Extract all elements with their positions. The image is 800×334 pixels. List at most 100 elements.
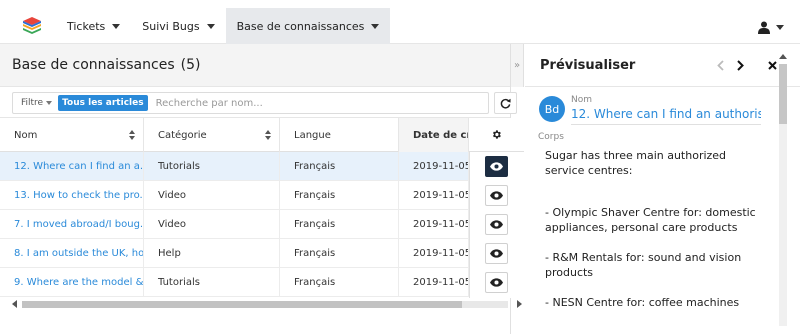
scrollbar-thumb[interactable] [779,64,787,124]
sort-icon [265,130,271,140]
cell-nom[interactable]: 8. I am outside the UK, ho... [0,239,144,268]
caret-down-icon [112,23,121,29]
scrollbar-track [22,301,508,308]
column-header-langue[interactable]: Langue [280,118,399,152]
nav-suivi-bugs[interactable]: Suivi Bugs [131,8,225,44]
caret-down-icon [776,24,784,30]
articles-table: Nom Catégorie Langue Date de créa 12. Wh… [0,118,524,298]
nav-base-connaissances-label: Base de connaissances [236,19,365,33]
nom-label: Nom [571,95,593,105]
cell-categorie: Help [144,239,280,268]
eye-icon [490,220,503,229]
preview-panel: Prévisualiser Bd Nom 12. Where can I fin… [525,44,800,334]
preview-header: Prévisualiser [525,44,800,87]
nav-tickets[interactable]: Tickets [56,8,131,44]
cell-categorie: Tutorials [144,268,280,297]
search-bar: Filtre Tous les articles [12,92,489,114]
cell-langue: Français [280,210,399,239]
table-header: Nom Catégorie Langue Date de créa [0,118,524,152]
nav-base-connaissances[interactable]: Base de connaissances [225,8,391,44]
preview-button[interactable] [485,214,508,235]
nom-value[interactable]: 12. Where can I find an authorised ... [571,107,761,121]
collapse-panel-button[interactable]: » [511,44,524,87]
corps-label: Corps [538,132,564,142]
cell-categorie: Video [144,181,280,210]
cell-langue: Français [280,181,399,210]
horizontal-scrollbar[interactable] [12,298,522,310]
nav-suivi-bugs-label: Suivi Bugs [142,19,200,33]
list-toolbar: Filtre Tous les articles [0,87,510,118]
caret-down-icon [46,101,53,105]
chevron-right-icon[interactable] [737,60,744,71]
eye-icon [490,278,503,287]
caret-down-icon [206,23,215,29]
cell-langue: Français [280,152,399,181]
column-header-nom[interactable]: Nom [0,118,144,152]
preview-button[interactable] [485,272,508,293]
scrollbar-thumb[interactable] [22,301,462,308]
preview-button[interactable] [485,243,508,264]
eye-icon [490,249,503,258]
search-input[interactable] [147,97,488,109]
table-row[interactable]: 13. How to check the pro... Video França… [0,181,524,210]
scroll-up-icon[interactable] [779,54,787,59]
cell-categorie: Tutorials [144,152,280,181]
vertical-scrollbar[interactable] [777,46,789,328]
preview-button[interactable] [485,185,508,206]
eye-icon [490,191,503,200]
cell-langue: Français [280,239,399,268]
corps-paragraph: - R&M Rentals for: sound and vision prod… [545,251,742,279]
user-icon [758,21,770,34]
filter-label: Filtre [21,98,44,108]
corps-paragraph: - Olympic Shaver Centre for: domestic ap… [545,206,756,234]
refresh-button[interactable] [494,92,517,114]
table-row[interactable]: 9. Where are the model &... Tutorials Fr… [0,268,524,297]
cell-nom[interactable]: 13. How to check the pro... [0,181,144,210]
column-header-label: Catégorie [158,129,207,141]
list-count: (5) [180,57,201,73]
list-title: Base de connaissances [12,57,175,73]
cell-date: 2019-11-05 1 [399,239,469,268]
eye-icon [490,162,503,171]
caret-down-icon [371,23,380,29]
nav-tickets-label: Tickets [67,19,106,33]
table-row[interactable]: 8. I am outside the UK, ho... Help Franç… [0,239,524,268]
main-nav: Tickets Suivi Bugs Base de connaissances [56,8,391,44]
cell-date: 2019-11-05 1 [399,210,469,239]
sort-icon [129,130,135,140]
cell-date: 2019-11-05 1 [399,268,469,297]
avatar: Bd [539,96,565,122]
corps-paragraph: Sugar has three main authorized service … [545,149,727,177]
user-menu[interactable] [758,19,784,35]
table-row[interactable]: 7. I moved abroad/I boug... Video França… [0,210,524,239]
close-icon[interactable] [768,61,777,70]
divider [571,124,761,125]
scroll-left-icon[interactable] [12,300,17,308]
top-navbar: Tickets Suivi Bugs Base de connaissances [0,0,800,44]
column-header-categorie[interactable]: Catégorie [144,118,280,152]
corps-paragraph: - NESN Centre for: coffee machines [545,296,740,309]
cell-nom[interactable]: 9. Where are the model &... [0,268,144,297]
scrollbar-track [779,64,787,326]
scroll-right-icon[interactable] [517,300,522,308]
table-row[interactable]: 12. Where can I find an a... Tutorials F… [0,152,524,181]
corps-content: Sugar has three main authorized service … [545,148,767,334]
filter-dropdown[interactable]: Filtre [13,98,58,108]
cell-categorie: Video [144,210,280,239]
gear-icon [492,130,501,139]
preview-title: Prévisualiser [540,57,636,73]
chevron-left-icon[interactable] [717,60,724,71]
app-logo-icon[interactable] [22,16,42,36]
column-header-label: Date de créa [413,129,468,141]
column-settings-button[interactable] [469,118,524,152]
column-header-label: Langue [294,129,331,141]
column-header-date[interactable]: Date de créa [399,118,469,152]
list-header: Base de connaissances (5) [0,44,510,87]
preview-button[interactable] [485,156,508,177]
cell-nom[interactable]: 7. I moved abroad/I boug... [0,210,144,239]
cell-langue: Français [280,268,399,297]
cell-date: 2019-11-05 1 [399,152,469,181]
cell-nom[interactable]: 12. Where can I find an a... [0,152,144,181]
filter-tag[interactable]: Tous les articles [58,95,148,111]
column-header-label: Nom [14,129,38,141]
